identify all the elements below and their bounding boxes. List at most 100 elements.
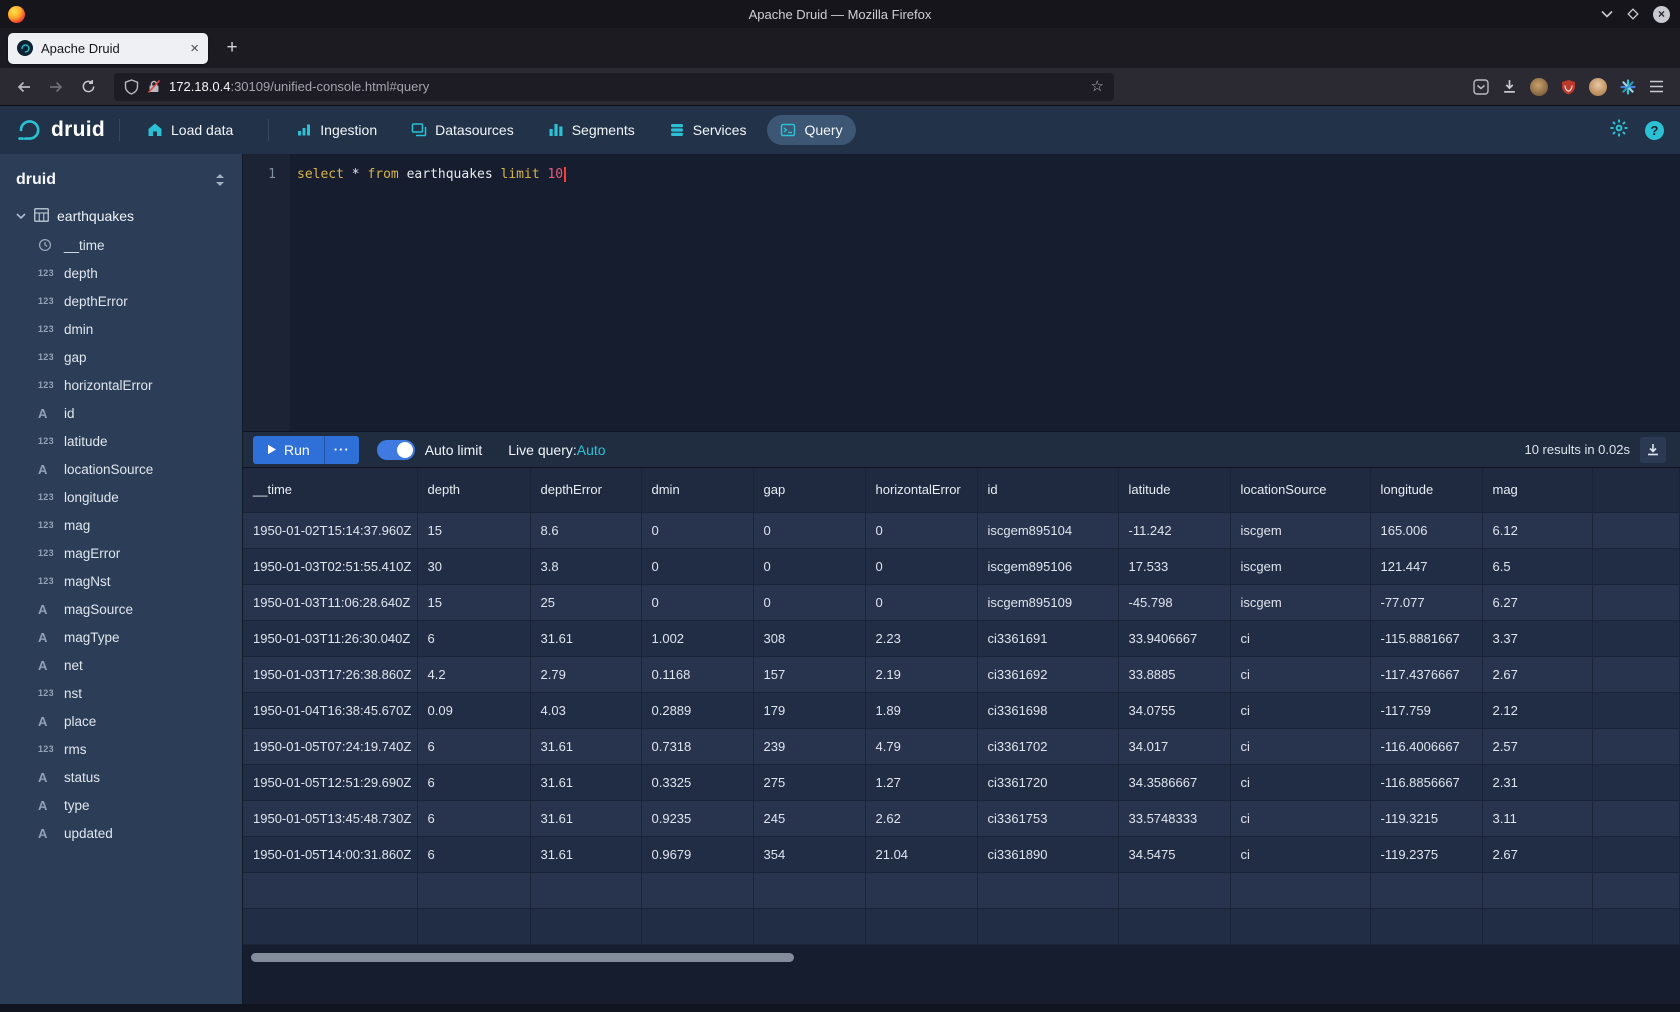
- result-cell[interactable]: 6: [417, 764, 530, 800]
- result-cell[interactable]: 30: [417, 548, 530, 584]
- result-cell[interactable]: -116.8856667: [1370, 764, 1482, 800]
- result-cell[interactable]: -119.3215: [1370, 800, 1482, 836]
- result-cell[interactable]: 6: [417, 836, 530, 872]
- result-cell[interactable]: 179: [753, 692, 865, 728]
- sql-line[interactable]: select * from earthquakes limit 10: [290, 154, 1680, 431]
- run-more-button[interactable]: ···: [324, 436, 359, 464]
- result-cell[interactable]: 3.11: [1482, 800, 1592, 836]
- result-cell[interactable]: ci: [1230, 620, 1370, 656]
- result-cell[interactable]: 0: [641, 512, 753, 548]
- result-cell[interactable]: 275: [753, 764, 865, 800]
- result-cell[interactable]: 15: [417, 512, 530, 548]
- result-cell[interactable]: 0: [865, 512, 977, 548]
- result-cell[interactable]: 6: [417, 620, 530, 656]
- result-cell[interactable]: 0: [641, 548, 753, 584]
- insecure-lock-icon[interactable]: [147, 79, 161, 94]
- result-cell[interactable]: 3.37: [1482, 620, 1592, 656]
- result-cell[interactable]: 0: [753, 548, 865, 584]
- help-icon[interactable]: ?: [1645, 121, 1664, 140]
- sidebar-column-depthError[interactable]: 123depthError: [0, 287, 242, 315]
- sidebar-column-magType[interactable]: AmagType: [0, 623, 242, 651]
- result-cell[interactable]: 1950-01-02T15:14:37.960Z: [243, 512, 417, 548]
- result-cell[interactable]: iscgem: [1230, 548, 1370, 584]
- result-cell[interactable]: 165.006: [1370, 512, 1482, 548]
- result-cell[interactable]: 2.62: [865, 800, 977, 836]
- sidebar-column-latitude[interactable]: 123latitude: [0, 427, 242, 455]
- result-cell[interactable]: 0: [753, 512, 865, 548]
- result-cell[interactable]: ci3361698: [977, 692, 1118, 728]
- result-cell[interactable]: 1950-01-03T02:51:55.410Z: [243, 548, 417, 584]
- result-cell[interactable]: 0.9679: [641, 836, 753, 872]
- result-cell[interactable]: 308: [753, 620, 865, 656]
- sidebar-column-gap[interactable]: 123gap: [0, 343, 242, 371]
- sort-columns-icon[interactable]: [214, 173, 226, 187]
- result-cell[interactable]: 0: [641, 584, 753, 620]
- result-cell[interactable]: 2.31: [1482, 764, 1592, 800]
- result-cell[interactable]: iscgem895109: [977, 584, 1118, 620]
- result-cell[interactable]: 31.61: [530, 800, 641, 836]
- result-cell[interactable]: ci3361890: [977, 836, 1118, 872]
- column-header-mag[interactable]: mag: [1482, 468, 1592, 512]
- result-cell[interactable]: 1950-01-04T16:38:45.670Z: [243, 692, 417, 728]
- column-header-__time[interactable]: __time: [243, 468, 417, 512]
- result-cell[interactable]: ci: [1230, 800, 1370, 836]
- result-cell[interactable]: 8.6: [530, 512, 641, 548]
- result-cell[interactable]: 31.61: [530, 728, 641, 764]
- sidebar-column-updated[interactable]: Aupdated: [0, 819, 242, 847]
- menu-icon[interactable]: [1649, 80, 1664, 93]
- browser-tab[interactable]: Apache Druid ×: [8, 33, 208, 64]
- result-cell[interactable]: 1950-01-05T07:24:19.740Z: [243, 728, 417, 764]
- result-cell[interactable]: 3.8: [530, 548, 641, 584]
- download-results-button[interactable]: [1640, 437, 1666, 463]
- result-cell[interactable]: 15: [417, 584, 530, 620]
- window-close-button[interactable]: ×: [1653, 6, 1670, 23]
- sidebar-column-locationSource[interactable]: AlocationSource: [0, 455, 242, 483]
- result-cell[interactable]: 33.8885: [1118, 656, 1230, 692]
- result-cell[interactable]: 0.1168: [641, 656, 753, 692]
- result-cell[interactable]: 2.67: [1482, 656, 1592, 692]
- result-cell[interactable]: 33.5748333: [1118, 800, 1230, 836]
- chevron-down-icon[interactable]: [16, 208, 26, 224]
- result-cell[interactable]: 0: [753, 584, 865, 620]
- result-cell[interactable]: 4.79: [865, 728, 977, 764]
- result-cell[interactable]: 1.89: [865, 692, 977, 728]
- result-cell[interactable]: 1950-01-03T11:26:30.040Z: [243, 620, 417, 656]
- result-cell[interactable]: iscgem895106: [977, 548, 1118, 584]
- run-button[interactable]: Run: [253, 436, 324, 464]
- pocket-icon[interactable]: [1473, 79, 1489, 95]
- result-cell[interactable]: 31.61: [530, 836, 641, 872]
- settings-gear-icon[interactable]: [1609, 118, 1629, 143]
- new-tab-button[interactable]: +: [218, 34, 246, 62]
- column-header-id[interactable]: id: [977, 468, 1118, 512]
- sidebar-column-rms[interactable]: 123rms: [0, 735, 242, 763]
- result-cell[interactable]: 121.447: [1370, 548, 1482, 584]
- result-cell[interactable]: 2.79: [530, 656, 641, 692]
- nav-item-datasources[interactable]: Datasources: [398, 115, 527, 145]
- ublock-origin-icon[interactable]: [1561, 79, 1576, 95]
- sidebar-column-nst[interactable]: 123nst: [0, 679, 242, 707]
- result-cell[interactable]: 2.19: [865, 656, 977, 692]
- result-cell[interactable]: 25: [530, 584, 641, 620]
- result-cell[interactable]: 0.3325: [641, 764, 753, 800]
- result-cell[interactable]: 6.12: [1482, 512, 1592, 548]
- result-cell[interactable]: 4.2: [417, 656, 530, 692]
- result-cell[interactable]: 4.03: [530, 692, 641, 728]
- sidebar-column-depth[interactable]: 123depth: [0, 259, 242, 287]
- window-minimize-button[interactable]: [1601, 10, 1613, 18]
- result-cell[interactable]: 0.7318: [641, 728, 753, 764]
- extension-monkey-icon[interactable]: [1530, 78, 1548, 96]
- result-cell[interactable]: 354: [753, 836, 865, 872]
- result-cell[interactable]: -119.2375: [1370, 836, 1482, 872]
- column-header-dmin[interactable]: dmin: [641, 468, 753, 512]
- result-cell[interactable]: 1950-01-05T13:45:48.730Z: [243, 800, 417, 836]
- back-button[interactable]: [10, 73, 38, 101]
- sidebar-column-net[interactable]: Anet: [0, 651, 242, 679]
- window-maximize-button[interactable]: [1627, 8, 1639, 20]
- sidebar-column-id[interactable]: Aid: [0, 399, 242, 427]
- url-bar[interactable]: 172.18.0.4:30109/unified-console.html#qu…: [114, 73, 1114, 101]
- result-cell[interactable]: 0.09: [417, 692, 530, 728]
- profile-avatar[interactable]: [1589, 78, 1607, 96]
- result-cell[interactable]: 0.2889: [641, 692, 753, 728]
- sidebar-column-type[interactable]: Atype: [0, 791, 242, 819]
- result-cell[interactable]: ci: [1230, 692, 1370, 728]
